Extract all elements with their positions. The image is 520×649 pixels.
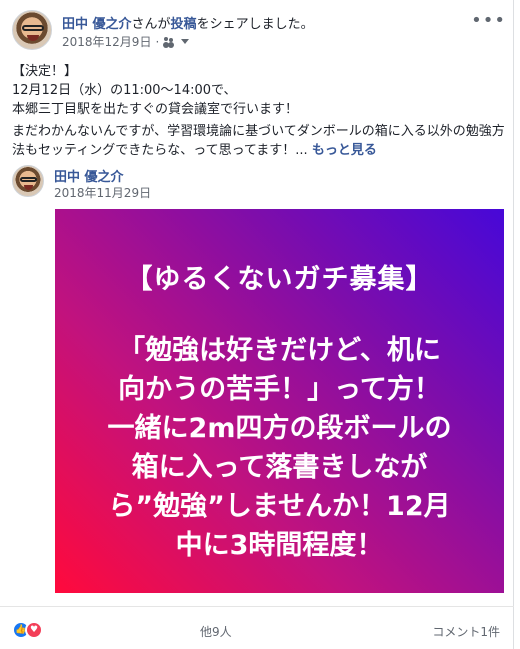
image-message-line: 箱に入って落書きしなが [131, 452, 428, 483]
audience-friends-icon[interactable] [163, 36, 175, 47]
reactions-icons[interactable]: 👍 ♥ [12, 621, 48, 639]
shared-post-image[interactable]: 【ゆるくないガチ募集】 「勉強は好きだけど、机に 向かうの苦手！」って方！ 一緒… [55, 209, 504, 593]
post-paragraph: まだわかんないんですが、学習環境論に基づいてダンボールの箱に入る以外の勉強方法も… [12, 122, 506, 160]
see-more-link[interactable]: もっと見る [312, 143, 377, 158]
image-message: 「勉強は好きだけど、机に 向かうの苦手！」って方！ 一緒に2m四方の段ボールの … [67, 331, 492, 565]
author-name-link[interactable]: 田中 優之介 [62, 17, 132, 32]
author-avatar[interactable] [12, 10, 52, 50]
post-link[interactable]: 投稿 [171, 17, 197, 32]
shared-author-avatar[interactable] [12, 165, 44, 197]
post-header: 田中 優之介さんが投稿をシェアしました。 2018年12月9日 · ••• [12, 10, 508, 56]
image-message-line: ら”勉強”しませんか！12月 [108, 491, 451, 522]
post-date[interactable]: 2018年12月9日 [62, 33, 151, 50]
image-message-line: 「勉強は好きだけど、机に [118, 335, 441, 366]
avatar-glasses [22, 25, 44, 31]
image-message-line: 一緒に2m四方の段ボールの [107, 413, 452, 444]
post-paragraph-text: まだわかんないんですが、学習環境論に基づいてダンボールの箱に入る以外の勉強方法も… [12, 124, 505, 158]
reactions-count[interactable]: 他9人 [200, 623, 232, 640]
more-options-icon[interactable]: ••• [471, 12, 506, 30]
post-footer: 👍 ♥ 他9人 コメント1件 [0, 606, 514, 649]
post-card: 田中 優之介さんが投稿をシェアしました。 2018年12月9日 · ••• 【決… [0, 0, 514, 649]
post-headline: 田中 優之介さんが投稿をシェアしました。 [62, 13, 314, 32]
post-line: 12月12日（水）の11:00〜14:00で、 [12, 83, 237, 98]
image-message-line: 向かうの苦手！」って方！ [118, 374, 441, 405]
avatar-glasses [20, 177, 37, 182]
separator-dot: · [155, 34, 160, 49]
avatar-mouth [24, 185, 33, 190]
shared-author-name-link[interactable]: 田中 優之介 [54, 166, 124, 185]
post-line: 本郷三丁目駅を出たすぐの貸会議室で行います！ [12, 102, 299, 117]
post-body: 【決定！】 12月12日（水）の11:00〜14:00で、 本郷三丁目駅を出たす… [12, 62, 506, 160]
post-line: 【決定！】 [12, 64, 78, 79]
action-prefix: さんが [131, 17, 171, 32]
comments-count[interactable]: コメント1件 [432, 623, 500, 640]
post-meta: 2018年12月9日 · [62, 33, 190, 50]
action-suffix: をシェアしました。 [196, 17, 314, 32]
image-message-line: 中に3時間程度！ [175, 530, 384, 561]
image-heading: 【ゆるくないガチ募集】 [125, 264, 434, 295]
avatar-mouth [27, 35, 39, 41]
audience-caret-icon[interactable] [181, 39, 190, 44]
love-icon: ♥ [25, 621, 43, 639]
shared-post-header: 田中 優之介 2018年11月29日 [12, 165, 506, 201]
shared-post-date[interactable]: 2018年11月29日 [54, 184, 151, 201]
